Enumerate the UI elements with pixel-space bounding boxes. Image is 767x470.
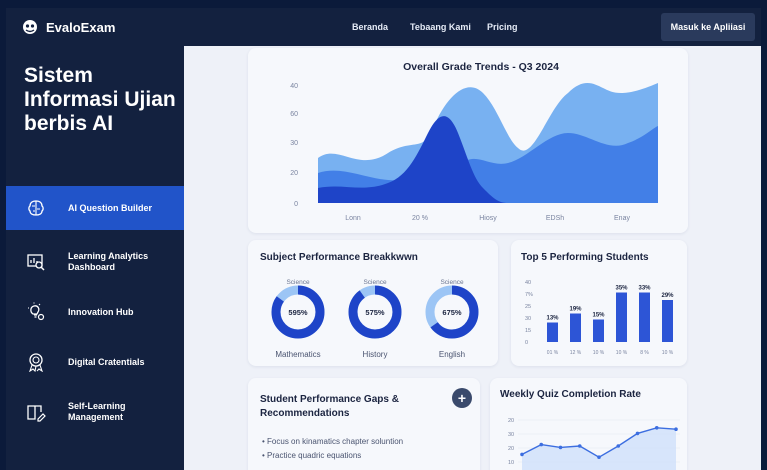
app-window: EvaloExam Beranda Tebaang Kami Pricing M… (6, 8, 761, 470)
bar (570, 313, 581, 342)
x-tick-label: 12 % (570, 350, 582, 356)
card-title: Student Performance Gaps & Recommendatio… (260, 394, 399, 419)
x-tick-label: 20 % (412, 215, 428, 222)
brand[interactable]: EvaloExam (22, 19, 115, 35)
donut-subject-label: Mathematics (275, 350, 320, 359)
weekly-completion-line-chart: 20 30 20 10 (508, 418, 680, 470)
x-tick-label: 8 % (640, 350, 649, 356)
y-tick-label: 20 (508, 418, 514, 424)
sidebar-item-ai-question-builder[interactable]: AI Question Builder (6, 186, 184, 230)
y-tick-label: 0 (525, 340, 528, 346)
performance-gaps-card: Student Performance Gaps & Recommendatio… (248, 378, 480, 470)
nav-link-tentang[interactable]: Tebaang Kami (410, 22, 471, 32)
sidebar-item-digital-credentials[interactable]: Digital Cratentials (6, 340, 184, 384)
sidebar-item-label: Learning Analytics Dashboard (68, 251, 149, 272)
login-button[interactable]: Masuk ke Apliiasi (661, 13, 755, 41)
nav-link-pricing[interactable]: Pricing (487, 22, 518, 32)
bar-value-label: 19% (569, 307, 582, 313)
lightbulb-gear-icon (28, 302, 45, 321)
subject-donut-charts: Science 595% Mathematics Science 575% History… (271, 279, 479, 359)
data-point (635, 431, 640, 436)
data-point (577, 444, 582, 448)
brain-logo-icon (23, 20, 37, 34)
bar (593, 319, 604, 342)
sidebar-item-label: AI Question Builder (68, 202, 153, 213)
sidebar-item-label: Self-Learning Management (68, 401, 126, 422)
badge-award-icon (29, 353, 43, 372)
bar-value-label: 35% (615, 286, 628, 292)
sidebar-item-learning-analytics[interactable]: Learning Analytics Dashboard (6, 240, 184, 284)
y-tick-label: 20 (290, 170, 298, 177)
top-navbar: EvaloExam Beranda Tebaang Kami Pricing M… (6, 8, 761, 46)
donut-top-label: Science (363, 279, 387, 286)
y-tick-label: 30 (508, 432, 514, 438)
bar-value-label: 33% (638, 286, 651, 292)
y-tick-label: 7% (525, 292, 533, 298)
book-pen-icon (27, 405, 46, 422)
weekly-completion-card: Weekly Quiz Completion Rate 20 30 20 10 (490, 378, 687, 470)
donut-top-label: Science (286, 279, 310, 286)
x-tick-label: 10 % (662, 350, 674, 356)
y-tick-label: 15 (525, 328, 531, 334)
y-tick-label: 20 (508, 446, 514, 452)
data-point (616, 444, 621, 448)
y-tick-label: 30 (525, 316, 531, 322)
donut-subject-label: History (363, 350, 388, 359)
sidebar-item-innovation-hub[interactable]: Innovation Hub (6, 290, 184, 334)
donut-subject-label: English (439, 350, 465, 359)
donut-top-label: Science (440, 279, 464, 286)
donut-center-value: 595% (288, 308, 308, 317)
x-tick-label: Lonn (345, 215, 361, 222)
nav-link-beranda[interactable]: Beranda (352, 22, 388, 32)
y-tick-label: 10 (508, 460, 514, 466)
x-tick-label: 01 % (547, 350, 559, 356)
grade-trends-chart: Overall Grade Trends - Q3 2024 40 60 30 … (290, 61, 658, 222)
brain-icon (28, 200, 44, 216)
grade-trends-card: Overall Grade Trends - Q3 2024 40 60 30 … (248, 48, 688, 233)
recommendation-item: • Practice quadric equations (262, 451, 362, 460)
y-tick-label: 0 (294, 201, 298, 208)
sidebar: Sistem Informasi Ujian berbis AI AI Ques… (6, 46, 184, 470)
x-tick-label: EDSh (546, 215, 564, 222)
data-point (539, 442, 544, 447)
sidebar-title: Sistem Informasi Ujian berbis AI (24, 64, 176, 135)
bar (639, 292, 650, 342)
bar-value-label: 15% (592, 313, 605, 319)
data-point (654, 426, 659, 430)
bar (616, 292, 627, 342)
sidebar-item-label: Digital Cratentials (68, 356, 145, 367)
top-students-card: Top 5 Performing Students 40 7% 25 30 15 0 13%… (511, 240, 687, 366)
y-tick-label: 60 (290, 111, 298, 118)
bar (662, 300, 673, 342)
chart-title: Overall Grade Trends - Q3 2024 (403, 61, 559, 73)
y-tick-label: 30 (290, 140, 298, 147)
add-recommendation-button[interactable]: + (452, 388, 472, 408)
donut-center-value: 675% (442, 308, 462, 317)
y-tick-label: 40 (525, 280, 531, 286)
bar-value-label: 29% (661, 293, 674, 299)
data-point (597, 455, 601, 459)
x-tick-label: Hiosy (479, 215, 497, 222)
recommendation-item: • Focus on kinamatics chapter soluntion (262, 437, 404, 446)
sidebar-item-label: Innovation Hub (68, 306, 134, 317)
y-tick-label: 40 (290, 83, 298, 90)
bar (547, 322, 558, 342)
sidebar-item-self-learning[interactable]: Self-Learning Management (6, 390, 184, 434)
data-point (558, 445, 563, 450)
brand-name: EvaloExam (46, 19, 116, 35)
analytics-search-icon (27, 254, 45, 271)
x-tick-label: Enay (614, 215, 630, 222)
donut-center-value: 575% (365, 308, 385, 317)
bar-value-label: 13% (546, 316, 559, 322)
y-tick-label: 25 (525, 304, 531, 310)
x-tick-label: 10 % (616, 350, 628, 356)
data-point (674, 427, 678, 431)
subject-performance-card: Subject Performance Breakkwwn Science 595… (248, 240, 498, 366)
top-students-bar-chart: 40 7% 25 30 15 0 13% 01 % 19% 12 % 15% 10 % 35% 10 % 3… (525, 280, 674, 356)
x-tick-label: 10 % (593, 350, 605, 356)
data-point (520, 452, 524, 457)
